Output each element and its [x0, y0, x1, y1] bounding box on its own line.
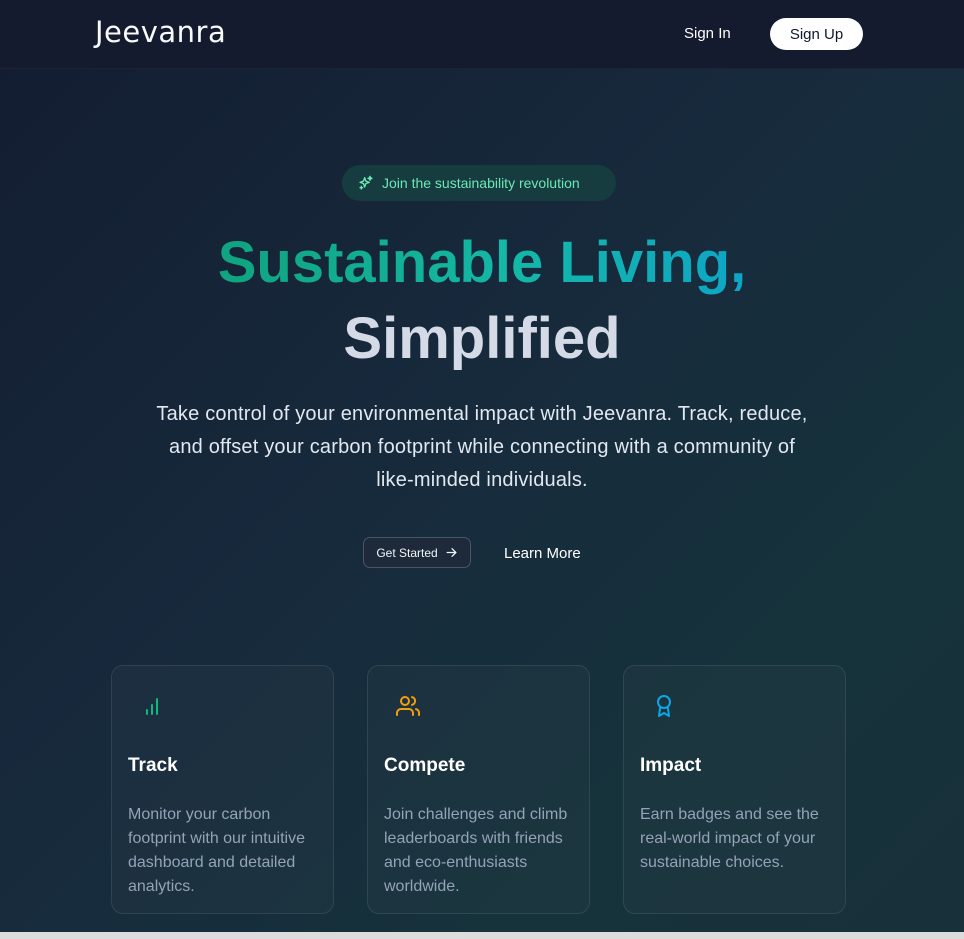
feature-card-compete: Compete Join challenges and climb leader…: [367, 665, 590, 914]
hero-subtitle: Take control of your environmental impac…: [156, 403, 808, 491]
feature-description: Monitor your carbon footprint with our i…: [128, 806, 305, 895]
headline-line-1: Sustainable Living,: [218, 228, 747, 298]
award-icon: [657, 695, 671, 717]
top-navbar: Jeevanra Sign In Sign Up: [0, 0, 964, 69]
announcement-badge: Join the sustainability revolution: [342, 165, 616, 201]
arrow-right-icon: [446, 548, 457, 557]
badge-text: Join the sustainability revolution: [382, 175, 580, 191]
bar-chart-icon: [146, 698, 158, 715]
feature-title: Track: [128, 755, 178, 776]
sparkles-icon: [359, 175, 373, 190]
feature-title: Compete: [384, 755, 466, 776]
users-icon: [396, 696, 420, 716]
feature-title: Impact: [640, 755, 702, 776]
feature-description: Earn badges and see the real-world impac…: [640, 806, 819, 871]
learn-more-button[interactable]: Learn More: [504, 545, 581, 562]
feature-card-impact: Impact Earn badges and see the real-worl…: [623, 665, 846, 914]
get-started-label: Get Started: [376, 545, 438, 560]
hero-headline: Sustainable Living, Simplified: [0, 228, 964, 374]
feature-card-track: Track Monitor your carbon footprint with…: [111, 665, 334, 914]
window-bottom-edge: [0, 932, 964, 939]
brand-logo[interactable]: Jeevanra: [95, 15, 226, 49]
headline-line-2: Simplified: [343, 306, 621, 371]
sign-up-button[interactable]: Sign Up: [770, 18, 863, 50]
get-started-button[interactable]: Get Started: [363, 537, 471, 568]
sign-in-link[interactable]: Sign In: [684, 25, 731, 42]
feature-description: Join challenges and climb leaderboards w…: [384, 806, 568, 895]
